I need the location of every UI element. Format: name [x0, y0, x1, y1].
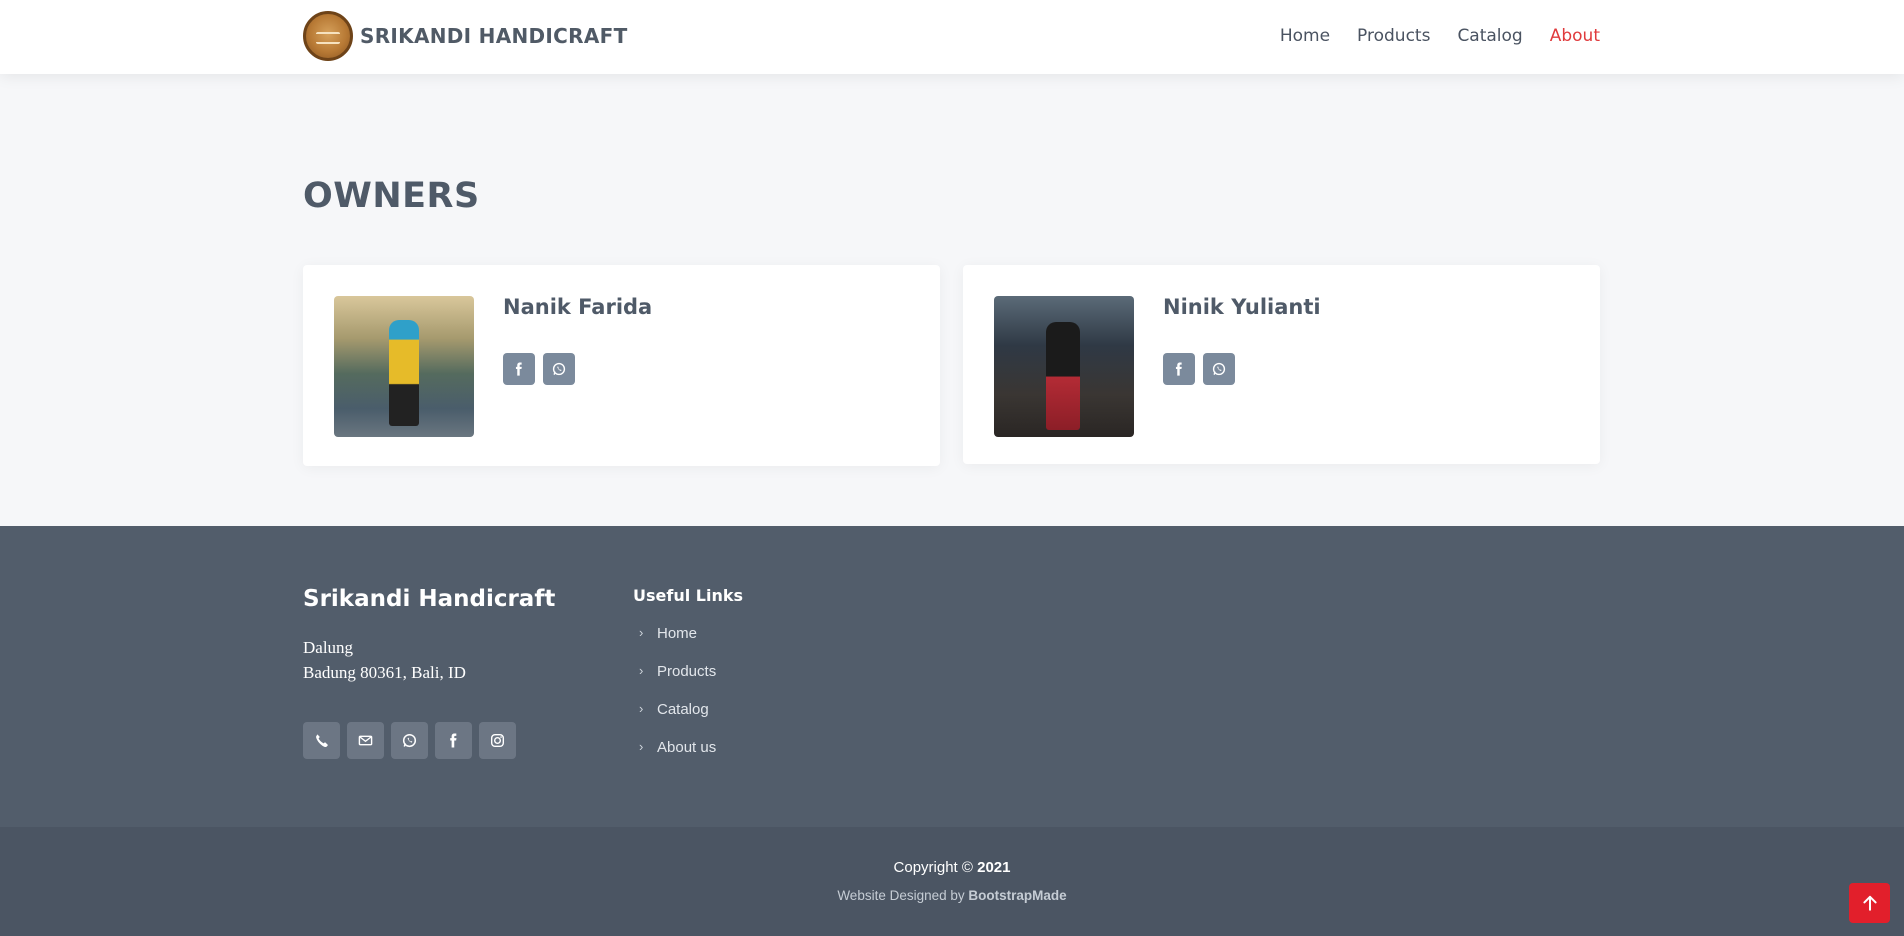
- owner-name: Nanik Farida: [503, 295, 653, 319]
- main-nav: Home Products Catalog About: [1253, 26, 1600, 46]
- email-icon[interactable]: [347, 722, 384, 759]
- copyright-prefix: Copyright ©: [893, 859, 973, 876]
- logo-emblem: [303, 11, 353, 61]
- nav-products[interactable]: Products: [1357, 26, 1430, 46]
- instagram-icon[interactable]: [479, 722, 516, 759]
- footer-link-label: About us: [657, 739, 717, 756]
- chevron-right-icon: ›: [639, 701, 644, 716]
- facebook-icon[interactable]: [503, 353, 535, 385]
- footer-brand: Srikandi Handicraft: [303, 586, 556, 612]
- chevron-right-icon: ›: [639, 739, 644, 754]
- credits-prefix: Website Designed by: [837, 888, 965, 903]
- chevron-right-icon: ›: [639, 625, 644, 640]
- owner-photo: [334, 296, 474, 437]
- owner-social: [1163, 353, 1235, 385]
- owner-card: Nanik Farida: [303, 265, 940, 466]
- credits: Website Designed by BootstrapMade: [0, 888, 1904, 903]
- nav-catalog[interactable]: Catalog: [1457, 26, 1522, 46]
- whatsapp-icon[interactable]: [391, 722, 428, 759]
- owner-card: Ninik Yulianti: [963, 265, 1600, 464]
- address-line: Badung 80361, Bali, ID: [303, 663, 466, 682]
- address-line: Dalung: [303, 638, 354, 657]
- useful-links: › Home › Products › Catalog › About us: [639, 625, 716, 777]
- footer-link-label: Products: [657, 663, 717, 680]
- nav-about[interactable]: About: [1550, 26, 1600, 46]
- copyright-year: 2021: [977, 859, 1011, 876]
- site-header: SRIKANDI HANDICRAFT Home Products Catalo…: [0, 0, 1904, 74]
- arrow-up-icon: [1862, 895, 1877, 911]
- footer-social: [303, 722, 516, 759]
- whatsapp-icon[interactable]: [543, 353, 575, 385]
- owner-social: [503, 353, 575, 385]
- footer-link-label: Home: [657, 625, 698, 642]
- phone-icon[interactable]: [303, 722, 340, 759]
- nav-home[interactable]: Home: [1280, 26, 1330, 46]
- footer-link-catalog[interactable]: › Catalog: [639, 701, 716, 739]
- footer-link-products[interactable]: › Products: [639, 663, 716, 701]
- owner-name: Ninik Yulianti: [1163, 295, 1321, 319]
- back-to-top-button[interactable]: [1849, 883, 1890, 923]
- footer-bottom: Copyright © 2021 Website Designed by Boo…: [0, 827, 1904, 936]
- footer-link-home[interactable]: › Home: [639, 625, 716, 663]
- site-logo[interactable]: SRIKANDI HANDICRAFT: [303, 11, 628, 61]
- facebook-icon[interactable]: [1163, 353, 1195, 385]
- credits-link[interactable]: BootstrapMade: [968, 888, 1066, 903]
- section-title: OWNERS: [303, 176, 480, 216]
- owners-section: OWNERS Nanik Farida Ninik Yulianti: [0, 111, 1904, 526]
- chevron-right-icon: ›: [639, 663, 644, 678]
- facebook-icon[interactable]: [435, 722, 472, 759]
- brand-name: SRIKANDI HANDICRAFT: [360, 24, 628, 48]
- useful-links-title: Useful Links: [633, 586, 744, 605]
- owner-photo: [994, 296, 1134, 437]
- site-footer: Srikandi Handicraft Dalung Badung 80361,…: [0, 526, 1904, 827]
- footer-address: Dalung Badung 80361, Bali, ID: [303, 635, 466, 685]
- footer-link-about[interactable]: › About us: [639, 739, 716, 777]
- whatsapp-icon[interactable]: [1203, 353, 1235, 385]
- copyright: Copyright © 2021: [0, 859, 1904, 876]
- footer-link-label: Catalog: [657, 701, 709, 718]
